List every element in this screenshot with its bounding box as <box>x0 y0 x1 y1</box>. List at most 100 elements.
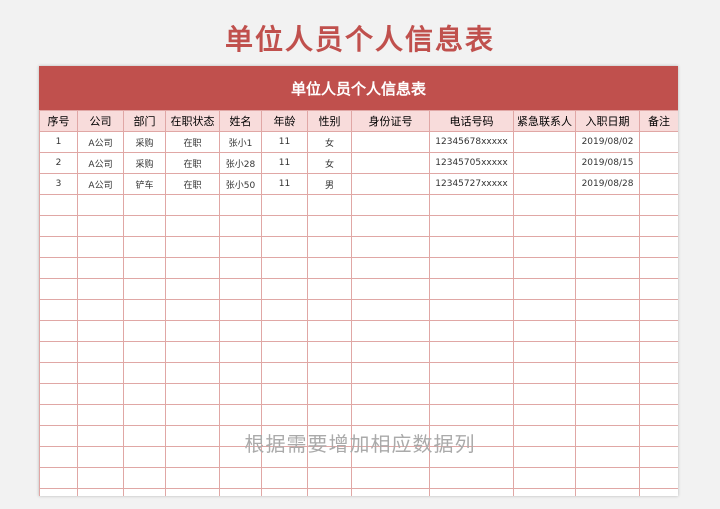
empty-cell[interactable] <box>575 383 640 405</box>
empty-cell[interactable] <box>429 362 514 384</box>
column-header[interactable]: 公司 <box>77 110 124 132</box>
empty-cell[interactable] <box>123 320 166 342</box>
empty-cell[interactable] <box>77 362 124 384</box>
table-cell[interactable] <box>639 152 678 174</box>
empty-cell[interactable] <box>77 404 124 426</box>
empty-cell[interactable] <box>77 215 124 237</box>
empty-cell[interactable] <box>307 488 352 496</box>
empty-cell[interactable] <box>77 257 124 279</box>
empty-cell[interactable] <box>307 320 352 342</box>
empty-cell[interactable] <box>429 488 514 496</box>
empty-cell[interactable] <box>513 404 576 426</box>
table-cell[interactable]: 3 <box>39 173 78 195</box>
table-cell[interactable]: 在职 <box>165 152 220 174</box>
empty-cell[interactable] <box>513 488 576 496</box>
empty-cell[interactable] <box>307 383 352 405</box>
empty-cell[interactable] <box>123 215 166 237</box>
empty-cell[interactable] <box>165 404 220 426</box>
empty-cell[interactable] <box>219 404 262 426</box>
empty-cell[interactable] <box>219 278 262 300</box>
empty-cell[interactable] <box>639 215 678 237</box>
empty-cell[interactable] <box>219 299 262 321</box>
empty-cell[interactable] <box>639 488 678 496</box>
empty-cell[interactable] <box>639 278 678 300</box>
empty-cell[interactable] <box>575 362 640 384</box>
empty-cell[interactable] <box>575 341 640 363</box>
empty-cell[interactable] <box>39 383 78 405</box>
table-cell[interactable]: 张小50 <box>219 173 262 195</box>
empty-cell[interactable] <box>639 383 678 405</box>
empty-cell[interactable] <box>219 467 262 489</box>
column-header[interactable]: 在职状态 <box>165 110 220 132</box>
table-cell[interactable]: 男 <box>307 173 352 195</box>
empty-cell[interactable] <box>351 488 430 496</box>
table-cell[interactable] <box>513 131 576 153</box>
table-cell[interactable]: 11 <box>261 131 308 153</box>
empty-cell[interactable] <box>639 320 678 342</box>
table-cell[interactable]: 在职 <box>165 173 220 195</box>
empty-cell[interactable] <box>165 215 220 237</box>
empty-cell[interactable] <box>165 236 220 258</box>
empty-cell[interactable] <box>429 194 514 216</box>
empty-cell[interactable] <box>575 404 640 426</box>
table-cell[interactable] <box>639 173 678 195</box>
empty-cell[interactable] <box>261 257 308 279</box>
empty-cell[interactable] <box>429 320 514 342</box>
empty-cell[interactable] <box>261 299 308 321</box>
empty-cell[interactable] <box>351 467 430 489</box>
empty-cell[interactable] <box>165 320 220 342</box>
empty-cell[interactable] <box>39 299 78 321</box>
empty-cell[interactable] <box>575 194 640 216</box>
table-cell[interactable]: 女 <box>307 152 352 174</box>
empty-cell[interactable] <box>351 320 430 342</box>
column-header[interactable]: 序号 <box>39 110 78 132</box>
empty-cell[interactable] <box>639 404 678 426</box>
table-cell[interactable]: 2019/08/15 <box>575 152 640 174</box>
empty-cell[interactable] <box>351 278 430 300</box>
table-cell[interactable]: 11 <box>261 173 308 195</box>
column-header[interactable]: 电话号码 <box>429 110 514 132</box>
empty-cell[interactable] <box>639 257 678 279</box>
empty-cell[interactable] <box>77 383 124 405</box>
empty-cell[interactable] <box>351 257 430 279</box>
column-header[interactable]: 备注 <box>639 110 678 132</box>
table-cell[interactable]: 铲车 <box>123 173 166 195</box>
empty-cell[interactable] <box>429 341 514 363</box>
empty-cell[interactable] <box>429 236 514 258</box>
empty-cell[interactable] <box>219 215 262 237</box>
empty-cell[interactable] <box>77 320 124 342</box>
empty-cell[interactable] <box>77 341 124 363</box>
empty-cell[interactable] <box>219 236 262 258</box>
empty-cell[interactable] <box>39 404 78 426</box>
empty-cell[interactable] <box>429 383 514 405</box>
empty-cell[interactable] <box>513 257 576 279</box>
empty-cell[interactable] <box>261 362 308 384</box>
empty-cell[interactable] <box>307 362 352 384</box>
empty-cell[interactable] <box>307 467 352 489</box>
empty-cell[interactable] <box>307 404 352 426</box>
table-cell[interactable]: A公司 <box>77 173 124 195</box>
empty-cell[interactable] <box>429 404 514 426</box>
column-header[interactable]: 性别 <box>307 110 352 132</box>
empty-cell[interactable] <box>307 194 352 216</box>
empty-cell[interactable] <box>165 278 220 300</box>
table-cell[interactable]: A公司 <box>77 131 124 153</box>
empty-cell[interactable] <box>351 404 430 426</box>
empty-cell[interactable] <box>219 320 262 342</box>
empty-cell[interactable] <box>219 257 262 279</box>
empty-cell[interactable] <box>165 257 220 279</box>
empty-cell[interactable] <box>165 362 220 384</box>
empty-cell[interactable] <box>639 467 678 489</box>
empty-cell[interactable] <box>429 257 514 279</box>
empty-cell[interactable] <box>639 362 678 384</box>
empty-cell[interactable] <box>123 278 166 300</box>
table-cell[interactable]: 张小28 <box>219 152 262 174</box>
empty-cell[interactable] <box>261 320 308 342</box>
empty-cell[interactable] <box>513 278 576 300</box>
empty-cell[interactable] <box>261 194 308 216</box>
empty-cell[interactable] <box>351 383 430 405</box>
empty-cell[interactable] <box>39 467 78 489</box>
empty-cell[interactable] <box>219 488 262 496</box>
empty-cell[interactable] <box>123 467 166 489</box>
table-cell[interactable]: 2019/08/28 <box>575 173 640 195</box>
